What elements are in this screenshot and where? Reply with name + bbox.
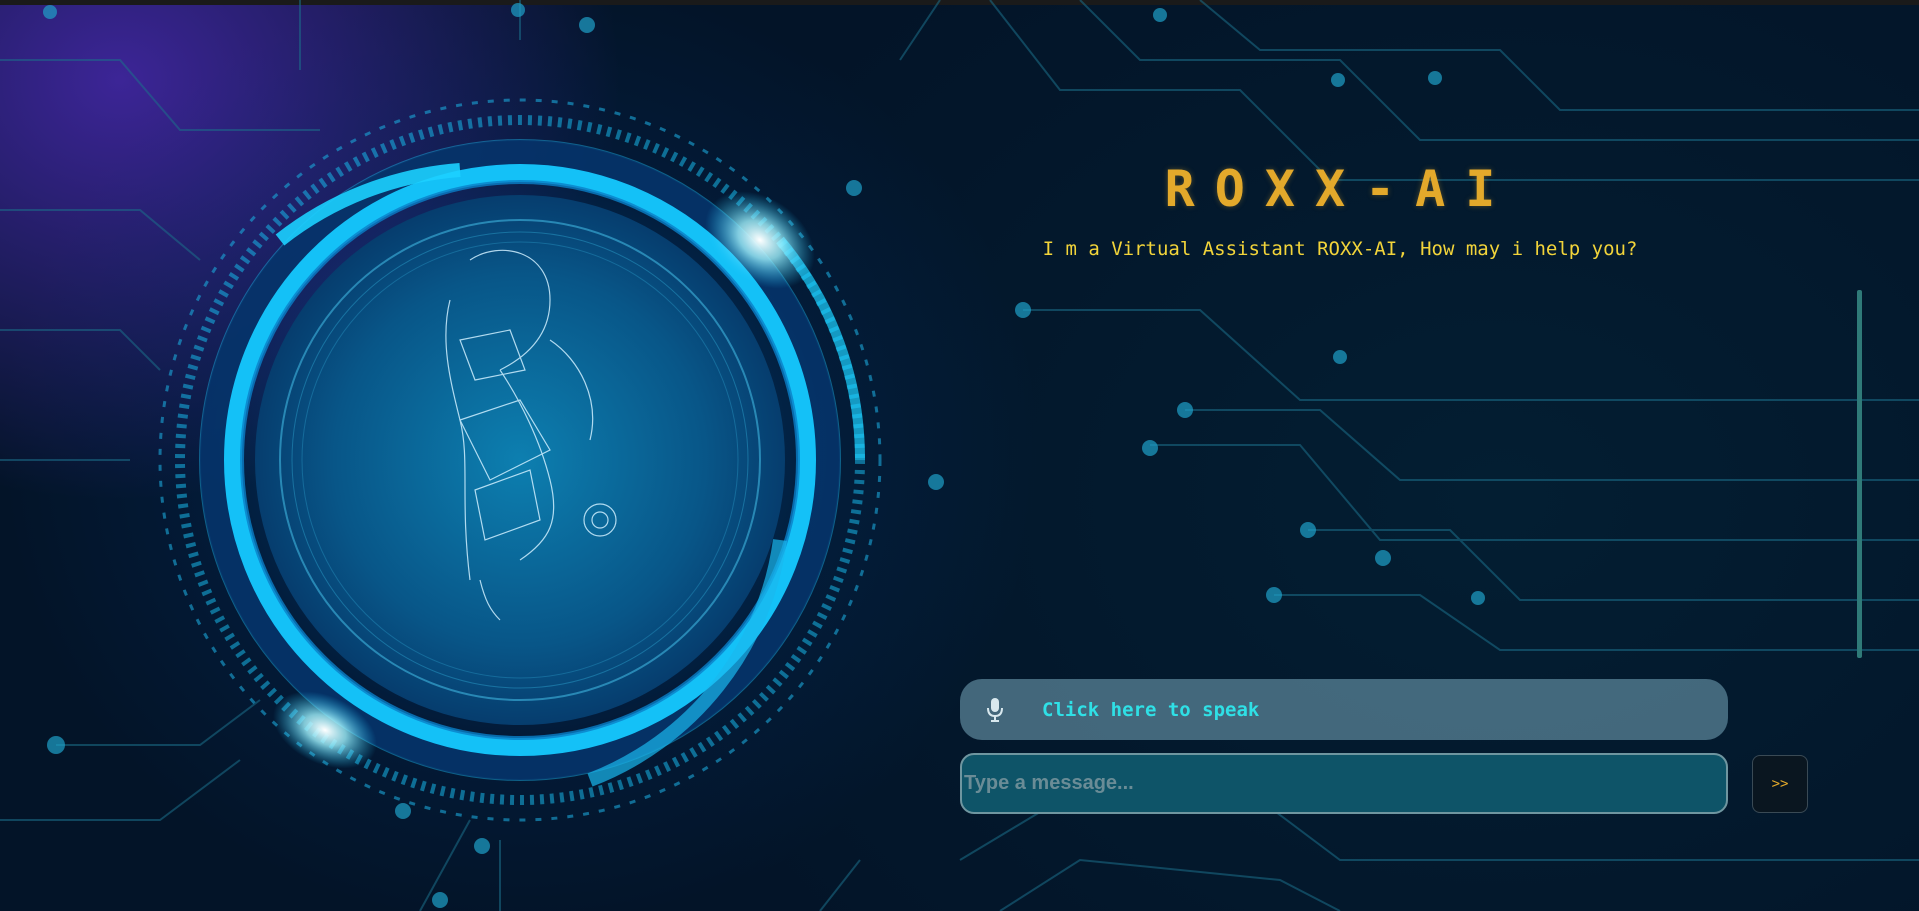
app-title: ROXX-AI: [1164, 160, 1516, 218]
app-subtitle: I m a Virtual Assistant ROXX-AI, How may…: [1042, 238, 1638, 260]
send-button[interactable]: >>: [1752, 755, 1808, 813]
microphone-icon: [982, 696, 1008, 724]
speak-label: Click here to speak: [1042, 698, 1260, 721]
ai-orb-graphic: [158, 98, 882, 822]
speak-button[interactable]: Click here to speak: [960, 679, 1728, 740]
page: ROXX-AI I m a Virtual Assistant ROXX-AI,…: [0, 0, 1919, 911]
message-input[interactable]: [960, 753, 1728, 814]
chat-scrollbar[interactable]: [1857, 290, 1862, 658]
